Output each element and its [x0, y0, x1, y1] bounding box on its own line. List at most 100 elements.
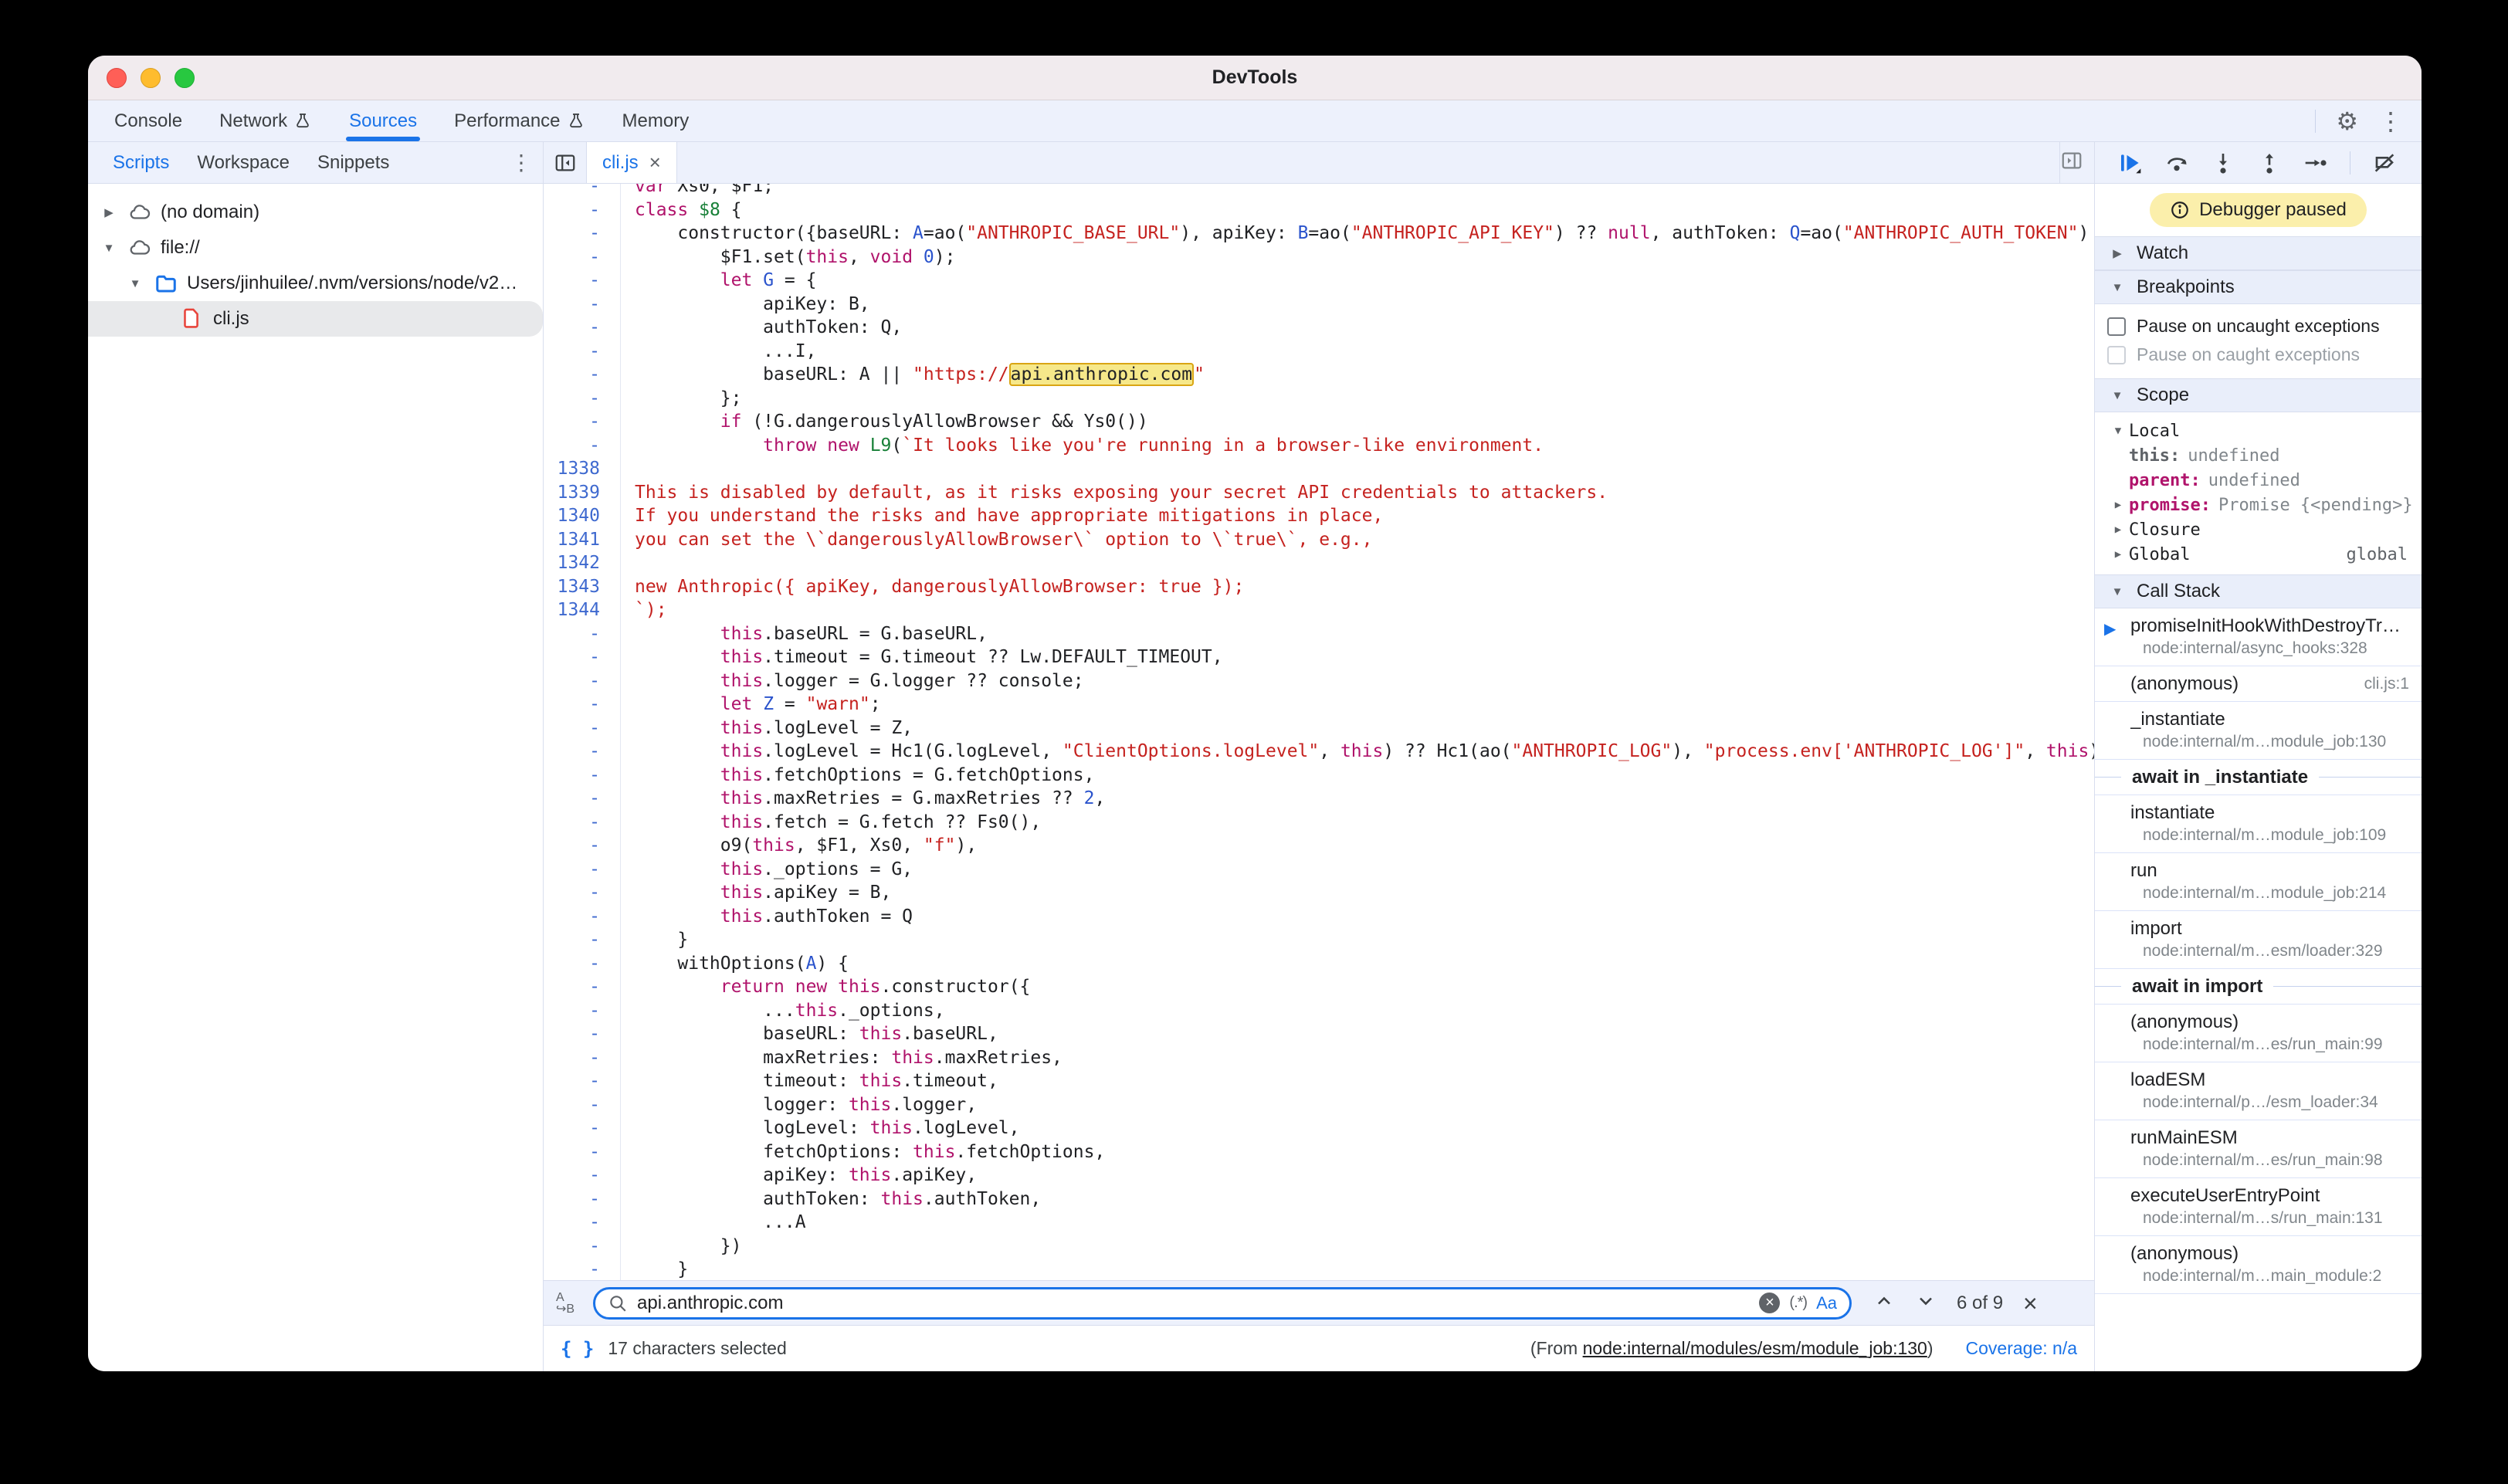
close-tab-icon[interactable]: × [649, 151, 661, 174]
regex-toggle-icon[interactable]: (.*) [1789, 1294, 1807, 1312]
source-map-link[interactable]: node:internal/modules/esm/module_job:130 [1583, 1338, 1927, 1358]
call-stack-frame[interactable]: importnode:internal/m…esm/loader:329 [2095, 911, 2422, 969]
line-gutter[interactable]: - [544, 1116, 621, 1140]
code-line[interactable]: 1338 [544, 457, 2094, 481]
breakpoints-section-header[interactable]: ▼ Breakpoints [2095, 270, 2422, 304]
line-gutter[interactable]: 1344 [544, 598, 621, 622]
code-line[interactable]: 1339This is disabled by default, as it r… [544, 481, 2094, 505]
navigator-kebab-menu-icon[interactable]: ⋮ [510, 152, 532, 174]
code-line[interactable]: - authToken: Q, [544, 316, 2094, 340]
tab-snippets[interactable]: Snippets [303, 152, 403, 174]
line-gutter[interactable]: 1340 [544, 504, 621, 528]
tree-item-cli-js[interactable]: cli.js [88, 301, 543, 337]
line-gutter[interactable]: - [544, 881, 621, 905]
code-line[interactable]: 1343new Anthropic({ apiKey, dangerouslyA… [544, 575, 2094, 599]
line-gutter[interactable]: - [544, 811, 621, 835]
line-gutter[interactable]: - [544, 952, 621, 976]
breakpoint-option[interactable]: Pause on uncaught exceptions [2095, 312, 2422, 341]
scope-item[interactable]: ▶Closure [2095, 517, 2422, 542]
line-gutter[interactable]: - [544, 622, 621, 646]
step-out-button[interactable] [2257, 151, 2282, 175]
line-gutter[interactable]: - [544, 1069, 621, 1093]
call-stack-frame[interactable]: instantiatenode:internal/m…module_job:10… [2095, 795, 2422, 853]
chevron-down-icon[interactable]: ▼ [125, 277, 145, 290]
chevron-right-icon[interactable]: ▶ [2107, 523, 2129, 536]
call-stack-frame[interactable]: (anonymous)node:internal/m…es/run_main:9… [2095, 1005, 2422, 1062]
tab-console[interactable]: Console [96, 100, 201, 141]
match-case-toggle-icon[interactable]: Aa [1816, 1293, 1837, 1313]
line-gutter[interactable]: - [544, 975, 621, 999]
line-gutter[interactable]: - [544, 1022, 621, 1046]
line-gutter[interactable]: - [544, 764, 621, 788]
call-stack-frame[interactable]: (anonymous)cli.js:1 [2095, 666, 2422, 702]
code-line[interactable]: - } [544, 1258, 2094, 1280]
tab-network[interactable]: Network [201, 100, 330, 141]
next-match-icon[interactable] [1915, 1290, 1937, 1316]
collapse-navigator-icon[interactable] [544, 142, 587, 183]
code-line[interactable]: - baseURL: A || "https://api.anthropic.c… [544, 363, 2094, 387]
coverage-link[interactable]: Coverage: n/a [1966, 1338, 2077, 1359]
line-gutter[interactable]: - [544, 340, 621, 364]
code-line[interactable]: - $F1.set(this, void 0); [544, 246, 2094, 269]
scope-item[interactable]: ▶Globalglobal [2095, 542, 2422, 567]
line-gutter[interactable]: 1339 [544, 481, 621, 505]
line-gutter[interactable]: - [544, 740, 621, 764]
call-stack-frame[interactable]: (anonymous)node:internal/m…main_module:2 [2095, 1236, 2422, 1294]
scope-item[interactable]: this:undefined [2095, 443, 2422, 468]
chevron-right-icon[interactable]: ▶ [2107, 548, 2129, 561]
checkbox[interactable] [2107, 317, 2126, 336]
code-line[interactable]: - }) [544, 1235, 2094, 1259]
close-search-icon[interactable]: × [2023, 1291, 2038, 1316]
line-gutter[interactable]: - [544, 858, 621, 882]
step-over-button[interactable] [2164, 151, 2189, 175]
code-line[interactable]: - this._options = G, [544, 858, 2094, 882]
line-gutter[interactable]: - [544, 905, 621, 929]
code-line[interactable]: - this.logLevel = Z, [544, 717, 2094, 740]
call-stack-section-header[interactable]: ▼ Call Stack [2095, 574, 2422, 608]
line-gutter[interactable]: - [544, 269, 621, 293]
kebab-menu-icon[interactable]: ⋮ [2378, 109, 2403, 134]
code-line[interactable]: - apiKey: B, [544, 293, 2094, 317]
line-gutter[interactable]: - [544, 1258, 621, 1280]
code-line[interactable]: - withOptions(A) { [544, 952, 2094, 976]
chevron-down-icon[interactable]: ▼ [2107, 425, 2129, 437]
source-code-viewer[interactable]: -var Xs0, $F1;-class $8 {- constructor({… [544, 184, 2094, 1280]
tab-performance[interactable]: Performance [436, 100, 603, 141]
code-line[interactable]: - this.fetch = G.fetch ?? Fs0(), [544, 811, 2094, 835]
scope-item[interactable]: ▼Local [2095, 418, 2422, 443]
line-gutter[interactable]: - [544, 246, 621, 269]
tree-item-file-[interactable]: ▼file:// [88, 230, 543, 266]
line-gutter[interactable]: - [544, 222, 621, 246]
step-button[interactable] [2303, 151, 2328, 175]
code-line[interactable]: - let Z = "warn"; [544, 693, 2094, 717]
line-gutter[interactable]: - [544, 410, 621, 434]
line-gutter[interactable]: - [544, 363, 621, 387]
line-gutter[interactable]: - [544, 1046, 621, 1070]
file-tab-clijs[interactable]: cli.js × [587, 142, 677, 183]
line-gutter[interactable]: - [544, 1235, 621, 1259]
line-gutter[interactable]: - [544, 1188, 621, 1211]
code-line[interactable]: - this.authToken = Q [544, 905, 2094, 929]
code-line[interactable]: - apiKey: this.apiKey, [544, 1164, 2094, 1188]
scope-item[interactable]: parent:undefined [2095, 468, 2422, 493]
code-line[interactable]: - fetchOptions: this.fetchOptions, [544, 1140, 2094, 1164]
line-gutter[interactable]: - [544, 693, 621, 717]
code-line[interactable]: 1342 [544, 551, 2094, 575]
previous-match-icon[interactable] [1873, 1290, 1895, 1316]
line-gutter[interactable]: 1338 [544, 457, 621, 481]
search-input[interactable]: api.anthropic.com × (.*) Aa [593, 1287, 1852, 1320]
code-line[interactable]: - constructor({baseURL: A=ao("ANTHROPIC_… [544, 222, 2094, 246]
code-line[interactable]: - ...this._options, [544, 999, 2094, 1023]
line-gutter[interactable]: - [544, 787, 621, 811]
tab-memory[interactable]: Memory [604, 100, 708, 141]
code-line[interactable]: - logLevel: this.logLevel, [544, 1116, 2094, 1140]
line-gutter[interactable]: - [544, 834, 621, 858]
line-gutter[interactable]: 1341 [544, 528, 621, 552]
line-gutter[interactable]: - [544, 1093, 621, 1117]
code-line[interactable]: 1340If you understand the risks and have… [544, 504, 2094, 528]
code-line[interactable]: -var Xs0, $F1; [544, 184, 2094, 198]
code-line[interactable]: -class $8 { [544, 198, 2094, 222]
chevron-right-icon[interactable]: ▶ [99, 205, 119, 219]
resume-script-button[interactable] [2118, 151, 2143, 175]
line-gutter[interactable]: 1343 [544, 575, 621, 599]
